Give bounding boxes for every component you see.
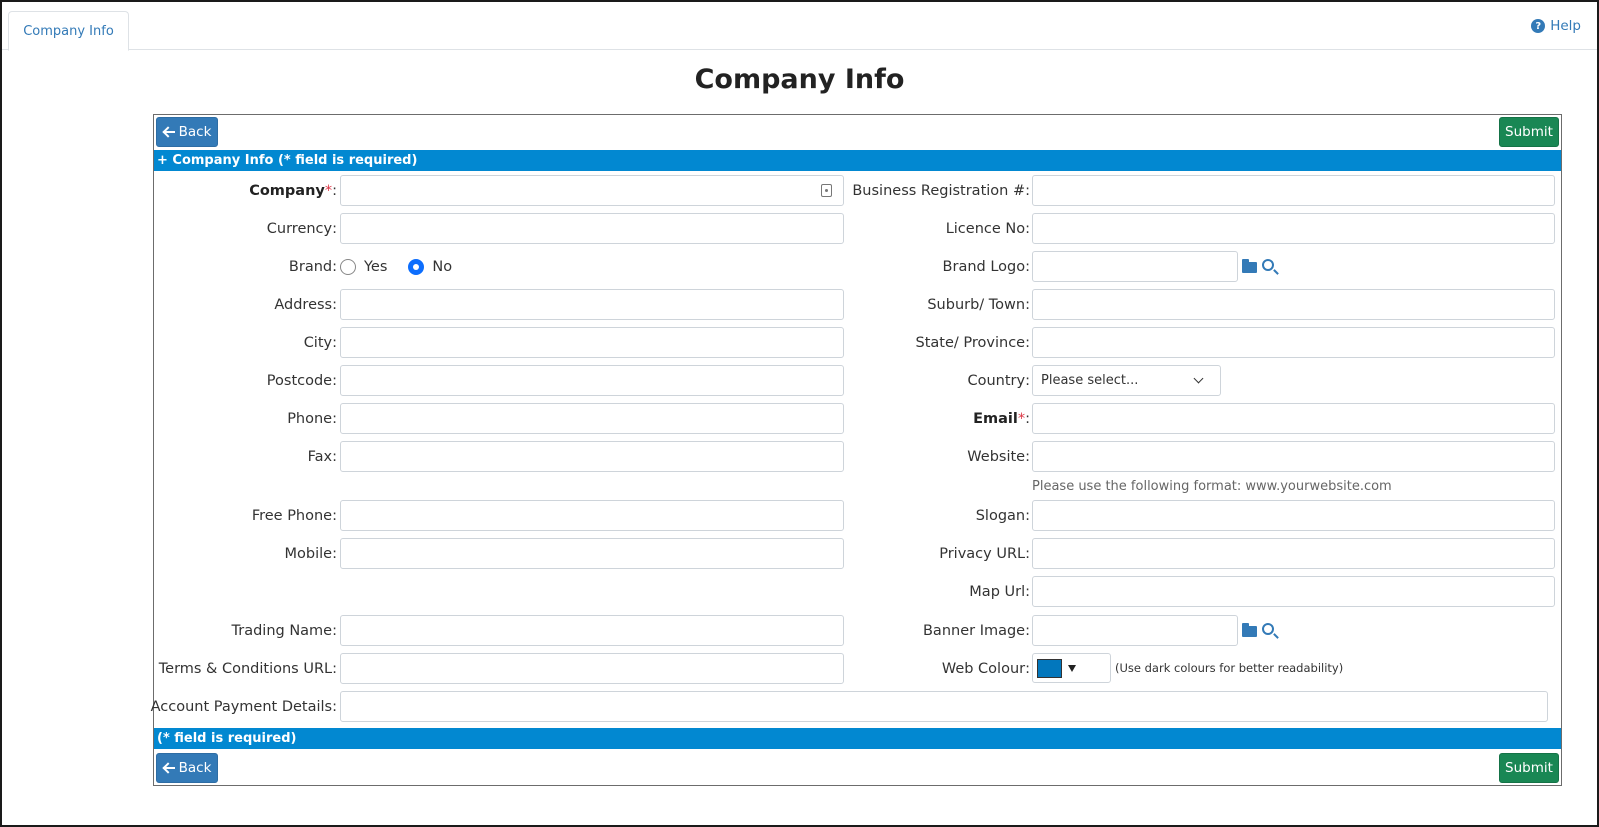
footer-note: (* field is required) <box>154 728 1561 749</box>
website-hint: Please use the following format: www.you… <box>1032 479 1392 494</box>
postcode-label: Postcode : <box>266 372 337 389</box>
brand-no-radio[interactable] <box>408 258 425 275</box>
country-select[interactable]: Please select... <box>1032 365 1221 396</box>
submit-button-top[interactable]: Submit <box>1499 117 1559 147</box>
website-label: Website : <box>967 448 1030 465</box>
folder-icon[interactable] <box>1242 623 1257 637</box>
trading-name-label: Trading Name : <box>231 622 337 639</box>
address-label: Address : <box>274 296 337 313</box>
brand-no-label: No <box>432 258 453 275</box>
currency-label: Currency : <box>266 220 337 237</box>
help-link[interactable]: ? Help <box>1531 18 1581 34</box>
chevron-down-icon <box>1193 373 1204 384</box>
page-title: Company Info <box>694 64 905 95</box>
web-colour-label: Web Colour : <box>941 660 1030 677</box>
question-circle-icon: ? <box>1531 19 1546 33</box>
colour-swatch <box>1037 659 1062 678</box>
folder-icon[interactable] <box>1242 259 1257 273</box>
caret-down-icon <box>1068 665 1076 672</box>
brand-logo-label: Brand Logo : <box>942 258 1030 275</box>
business-reg-input[interactable] <box>1032 175 1555 206</box>
terms-url-label: Terms & Conditions URL : <box>158 660 337 677</box>
banner-image-input[interactable] <box>1032 615 1238 646</box>
company-info-panel: Back Submit + Company Info (* field is r… <box>150 114 1562 786</box>
brand-radio-group: Yes No <box>340 251 452 282</box>
submit-button-bottom[interactable]: Submit <box>1499 753 1559 783</box>
tab-company-info[interactable]: Company Info <box>8 11 129 51</box>
privacy-url-label: Privacy URL : <box>939 545 1030 562</box>
email-input[interactable] <box>1032 403 1555 434</box>
account-payment-label: Account Payment Details : <box>150 698 337 715</box>
brand-label: Brand : <box>288 258 337 275</box>
company-label: Company * : <box>249 182 337 199</box>
search-icon[interactable] <box>1262 623 1274 635</box>
help-label: Help <box>1550 18 1581 34</box>
map-url-input[interactable] <box>1032 576 1555 607</box>
business-reg-label: Business Registration # : <box>852 182 1030 199</box>
web-colour-hint: (Use dark colours for better readability… <box>1115 661 1344 675</box>
website-input[interactable] <box>1032 441 1555 472</box>
licence-no-label: Licence No : <box>945 220 1030 237</box>
arrow-left-icon <box>163 762 175 774</box>
back-button-bottom[interactable]: Back <box>156 753 218 783</box>
mobile-label: Mobile : <box>284 545 337 562</box>
back-button-top[interactable]: Back <box>156 117 218 147</box>
arrow-left-icon <box>163 126 175 138</box>
licence-no-input[interactable] <box>1032 213 1555 244</box>
fax-label: Fax : <box>307 448 337 465</box>
privacy-url-input[interactable] <box>1032 538 1555 569</box>
country-label: Country : <box>967 372 1031 389</box>
state-input[interactable] <box>1032 327 1555 358</box>
email-label: Email * : <box>973 410 1030 427</box>
brand-yes-radio[interactable] <box>340 258 356 275</box>
suburb-input[interactable] <box>1032 289 1555 320</box>
web-colour-picker[interactable] <box>1032 653 1111 683</box>
banner-image-label: Banner Image : <box>922 622 1030 639</box>
brand-yes-label: Yes <box>364 258 388 275</box>
state-label: State/ Province : <box>915 334 1030 351</box>
brand-logo-input[interactable] <box>1032 251 1238 282</box>
account-payment-input[interactable] <box>340 691 1548 722</box>
slogan-input[interactable] <box>1032 500 1555 531</box>
search-icon[interactable] <box>1262 259 1274 271</box>
phone-label: Phone : <box>287 410 337 427</box>
suburb-label: Suburb/ Town : <box>927 296 1030 313</box>
slogan-label: Slogan : <box>975 507 1030 524</box>
free-phone-label: Free Phone : <box>251 507 337 524</box>
map-url-label: Map Url : <box>969 583 1030 600</box>
city-label: City : <box>303 334 337 351</box>
section-header: + Company Info (* field is required) <box>154 150 1561 171</box>
tab-bar: Company Info ? Help <box>2 2 1597 51</box>
